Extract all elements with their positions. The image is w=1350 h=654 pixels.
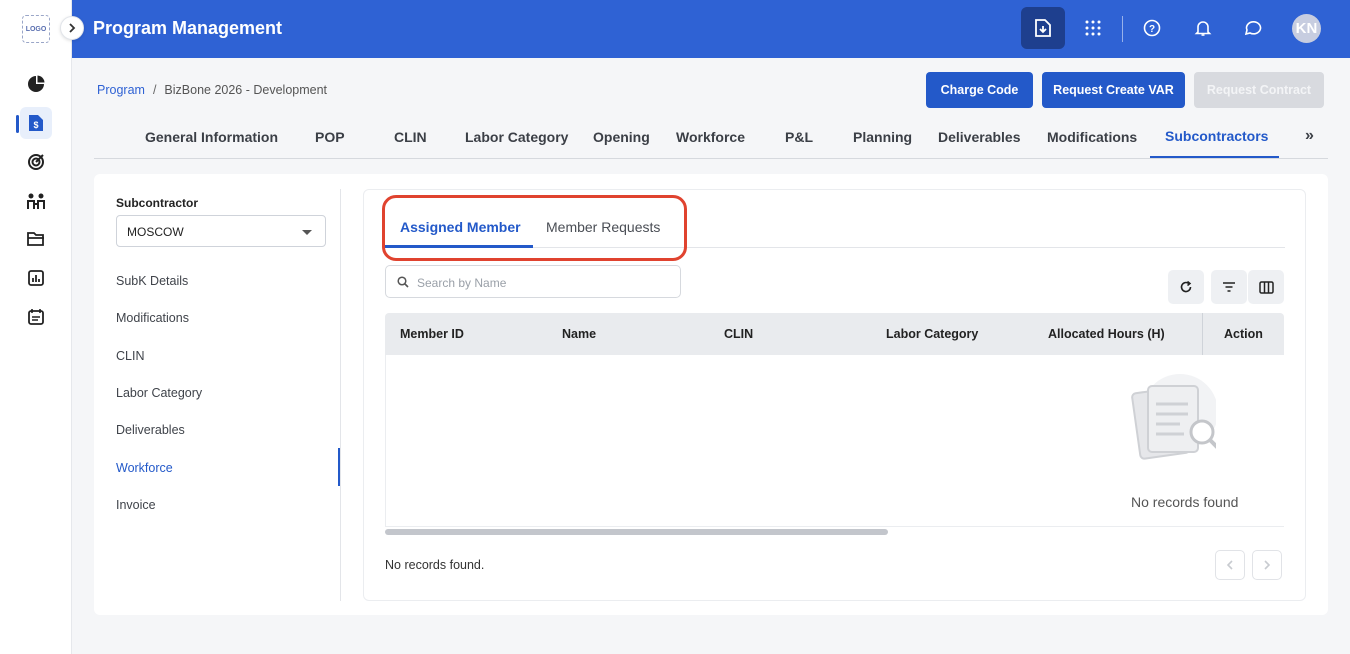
help-icon: ? [1143, 19, 1161, 37]
active-rail-marker [16, 115, 19, 133]
charge-code-button[interactable]: Charge Code [926, 72, 1033, 108]
bell-icon [1194, 21, 1212, 36]
dashboard-pie-icon[interactable] [20, 68, 52, 100]
target-icon[interactable] [20, 146, 52, 178]
empty-state-text: No records found [1131, 494, 1239, 510]
folder-icon[interactable] [20, 223, 52, 255]
chat-icon [1244, 21, 1262, 36]
breadcrumb-program-link[interactable]: Program [97, 83, 145, 97]
side-item-workforce[interactable]: Workforce [116, 461, 173, 475]
refresh-button[interactable] [1168, 270, 1204, 304]
svg-text:?: ? [1149, 24, 1155, 35]
prev-page-button[interactable] [1215, 550, 1245, 580]
chevron-left-icon [1226, 560, 1233, 570]
side-divider [340, 189, 341, 601]
column-action: Action [1224, 327, 1263, 341]
program-document-icon[interactable]: $ [20, 107, 52, 139]
notifications-button[interactable] [1181, 7, 1225, 49]
tab-subcontractors[interactable]: Subcontractors [1165, 128, 1268, 144]
subcontractor-label: Subcontractor [116, 196, 199, 210]
topbar-divider [1122, 16, 1123, 42]
subcontractor-select-value: MOSCOW [127, 225, 184, 239]
search-placeholder: Search by Name [417, 276, 507, 290]
tab-modifications[interactable]: Modifications [1047, 129, 1137, 145]
active-tab-indicator [1150, 156, 1279, 158]
empty-records-illustration [1131, 374, 1216, 460]
chevron-right-icon [69, 23, 76, 33]
tabs-more-button[interactable]: » [1305, 127, 1314, 145]
side-item-invoice[interactable]: Invoice [116, 498, 156, 512]
breadcrumb-current: BizBone 2026 - Development [164, 83, 328, 97]
download-button[interactable] [1021, 7, 1065, 49]
column-separator [1202, 313, 1203, 355]
dropdown-caret-icon [302, 230, 312, 235]
column-labor-category[interactable]: Labor Category [886, 327, 978, 341]
chat-button[interactable] [1231, 7, 1275, 49]
column-name[interactable]: Name [562, 327, 596, 341]
request-create-var-button[interactable]: Request Create VAR [1042, 72, 1185, 108]
side-active-marker [338, 448, 340, 486]
filter-button[interactable] [1211, 270, 1247, 304]
svg-text:$: $ [33, 120, 38, 130]
top-bar: Program Management ? KN [72, 0, 1350, 58]
tab-opening[interactable]: Opening [593, 129, 650, 145]
column-clin[interactable]: CLIN [724, 327, 753, 341]
column-allocated-hours[interactable]: Allocated Hours (H) [1048, 327, 1165, 341]
records-footer-text: No records found. [385, 558, 485, 572]
side-item-clin[interactable]: CLIN [116, 349, 144, 363]
subcontractor-select[interactable]: MOSCOW [116, 215, 326, 247]
request-contract-button[interactable]: Request Contract [1194, 72, 1324, 108]
tab-workforce[interactable]: Workforce [676, 129, 745, 145]
tab-deliverables[interactable]: Deliverables [938, 129, 1021, 145]
side-item-subk-details[interactable]: SubK Details [116, 274, 188, 288]
avatar[interactable]: KN [1292, 14, 1321, 43]
tab-pop[interactable]: POP [315, 129, 345, 145]
calendar-icon[interactable] [20, 300, 52, 332]
column-member-id[interactable]: Member ID [400, 327, 464, 341]
apps-grid-button[interactable] [1071, 7, 1115, 49]
search-icon [397, 276, 409, 288]
app-title: Program Management [93, 18, 283, 38]
side-item-labor-category[interactable]: Labor Category [116, 386, 202, 400]
breadcrumb-separator: / [152, 83, 157, 97]
filter-icon [1223, 282, 1235, 292]
tab-pl[interactable]: P&L [785, 129, 813, 145]
workforce-panel: Assigned Member Member Requests Search b… [363, 189, 1306, 601]
horizontal-scrollbar[interactable] [385, 529, 888, 535]
refresh-icon [1180, 280, 1192, 293]
main-tabs: General Information POP CLIN Labor Categ… [94, 116, 1328, 159]
tab-planning[interactable]: Planning [853, 129, 912, 145]
help-button[interactable]: ? [1130, 7, 1174, 49]
download-icon [1035, 19, 1051, 37]
side-item-modifications[interactable]: Modifications [116, 311, 189, 325]
side-item-deliverables[interactable]: Deliverables [116, 423, 185, 437]
expand-sidebar-button[interactable] [60, 16, 84, 40]
table-header: Member ID Name CLIN Labor Category Alloc… [385, 313, 1284, 355]
apps-grid-icon [1085, 20, 1101, 36]
left-rail: LOGO $ [0, 0, 72, 654]
breadcrumb: Program / BizBone 2026 - Development [97, 83, 327, 97]
tab-general-information[interactable]: General Information [145, 129, 278, 145]
highlight-annotation [382, 195, 687, 261]
search-input[interactable]: Search by Name [385, 265, 681, 298]
people-icon[interactable] [20, 185, 52, 217]
columns-icon [1258, 280, 1274, 294]
tab-clin[interactable]: CLIN [394, 129, 427, 145]
tab-labor-category[interactable]: Labor Category [465, 129, 568, 145]
chevron-right-icon [1264, 560, 1271, 570]
report-chart-icon[interactable] [20, 262, 52, 294]
logo: LOGO [22, 15, 50, 43]
next-page-button[interactable] [1252, 550, 1282, 580]
columns-button[interactable] [1248, 270, 1284, 304]
